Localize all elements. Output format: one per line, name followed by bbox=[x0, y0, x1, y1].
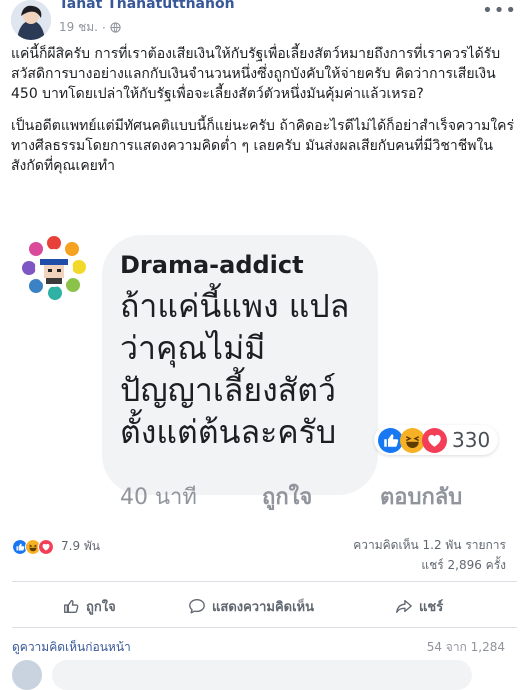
comment-reaction-count: 330 bbox=[452, 428, 491, 452]
post-card: Tanat Thanatutthanon 19 ชม. · ••• แค่นี้… bbox=[0, 0, 529, 690]
love-reaction-icon bbox=[38, 538, 54, 555]
comment-reactions: 330 bbox=[374, 425, 499, 455]
post-time[interactable]: 19 ชม. bbox=[59, 18, 98, 37]
share-count-link[interactable]: แชร์ 2,896 ครั้ง bbox=[353, 555, 506, 575]
author-name[interactable]: Tanat Thanatutthanon bbox=[59, 0, 235, 12]
globe-icon bbox=[110, 22, 121, 33]
post-meta: 19 ชม. · bbox=[59, 18, 121, 37]
commenter-avatar[interactable] bbox=[12, 660, 42, 690]
thumbs-up-icon bbox=[64, 599, 79, 613]
post-actions: ถูกใจ แสดงความคิดเห็น แชร์ bbox=[0, 591, 529, 621]
divider bbox=[12, 627, 517, 628]
comments-pagination: 54 จาก 1,284 bbox=[426, 640, 505, 654]
embedded-comment-image[interactable]: Drama-addict ถ้าแค่นี้แพง แปล ว่าคุณไม่ม… bbox=[0, 211, 529, 521]
share-icon bbox=[396, 599, 412, 613]
comment-line: ถ้าแค่นี้แพง แปล bbox=[120, 287, 350, 325]
comment-time: 40 นาที bbox=[120, 485, 197, 510]
commenter-avatar bbox=[22, 236, 86, 300]
engagement-counts: ความคิดเห็น 1.2 พัน รายการ แชร์ 2,896 คร… bbox=[353, 535, 506, 575]
divider bbox=[12, 581, 517, 582]
share-button[interactable]: แชร์ bbox=[395, 591, 443, 621]
more-icon[interactable]: ••• bbox=[482, 0, 517, 21]
like-label: ถูกใจ bbox=[86, 599, 116, 615]
post-text: แค่นี้ก็ผีสิครับ การที่เราต้องเสียเงินให… bbox=[11, 44, 517, 188]
post-paragraph: เป็นอดีตแพทย์แต่มีทัศนคติแบบนี้ก็แย่นะคร… bbox=[11, 118, 515, 174]
post-summary: 7.9 พัน ความคิดเห็น 1.2 พัน รายการ แชร์ … bbox=[12, 535, 518, 575]
comment-bubble bbox=[52, 660, 472, 690]
comment-reply-link: ตอบกลับ bbox=[380, 485, 463, 510]
reaction-summary[interactable]: 7.9 พัน bbox=[12, 537, 100, 556]
view-previous-comments-link[interactable]: ดูความคิดเห็นก่อนหน้า bbox=[12, 638, 131, 657]
commenter-name: Drama-addict bbox=[120, 251, 304, 279]
reaction-count[interactable]: 7.9 พัน bbox=[61, 537, 100, 556]
comment-like-link: ถูกใจ bbox=[262, 485, 313, 510]
comment-label: แสดงความคิดเห็น bbox=[212, 599, 315, 615]
comment-text: ถ้าแค่นี้แพง แปล ว่าคุณไม่มี ปัญญาเลี้ยง… bbox=[120, 285, 370, 453]
post-paragraph: แค่นี้ก็ผีสิครับ การที่เราต้องเสียเงินให… bbox=[11, 46, 501, 102]
comment-line: ว่าคุณไม่มี bbox=[120, 329, 266, 367]
author-avatar[interactable] bbox=[11, 0, 51, 40]
comment-count-link[interactable]: ความคิดเห็น 1.2 พัน รายการ bbox=[353, 535, 506, 555]
comment-icon bbox=[189, 599, 205, 614]
comment-line: ตั้งแต่ต้นละครับ bbox=[120, 413, 337, 451]
share-label: แชร์ bbox=[419, 599, 444, 615]
comment-line: ปัญญาเลี้ยงสัตว์ bbox=[120, 371, 337, 409]
like-button[interactable]: ถูกใจ bbox=[62, 591, 116, 621]
meta-separator: · bbox=[101, 20, 106, 35]
love-reaction-icon bbox=[422, 427, 447, 453]
comment-button[interactable]: แสดงความคิดเห็น bbox=[188, 591, 314, 621]
